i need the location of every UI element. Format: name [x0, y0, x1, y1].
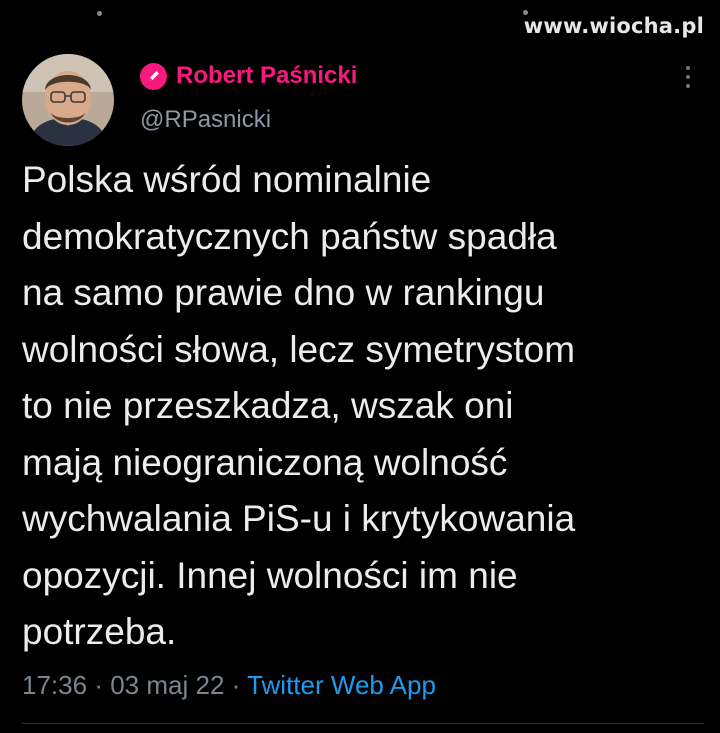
- tweet-time[interactable]: 17:36: [22, 670, 87, 700]
- dust-speck: [97, 11, 102, 16]
- tweet-meta: 17:36 · 03 maj 22 · Twitter Web App: [22, 670, 436, 701]
- divider: [22, 723, 704, 724]
- tweet-line: na samo prawie dno w rankingu: [22, 272, 545, 313]
- more-options-icon[interactable]: [686, 66, 690, 88]
- avatar-photo: [22, 54, 114, 146]
- tweet-date[interactable]: 03 maj 22: [110, 670, 224, 700]
- pen-icon: [140, 62, 167, 90]
- author-handle[interactable]: @RPasnicki: [140, 106, 271, 134]
- tweet-line: to nie przeszkadza, wszak oni: [22, 385, 514, 426]
- tweet-source-link[interactable]: Twitter Web App: [247, 670, 436, 700]
- tweet-line: wolności słowa, lecz symetrystom: [22, 328, 576, 370]
- author-display-name[interactable]: Robert Paśnicki: [176, 62, 357, 90]
- dust-speck: [523, 10, 528, 15]
- tweet-line: demokratycznych państw spadła: [22, 215, 557, 257]
- tweet-line: wychwalania PiS-u i krytykowania: [22, 498, 576, 539]
- tweet-text: Polska wśród nominalnie demokratycznych …: [22, 152, 702, 661]
- tweet-line: Polska wśród nominalnie: [22, 159, 432, 200]
- meta-separator: ·: [94, 670, 103, 700]
- tweet-line: potrzeba.: [22, 611, 177, 652]
- watermark: www.wiocha.pl: [523, 14, 704, 38]
- tweet-line: opozycji. Innej wolności im nie: [22, 554, 518, 596]
- tweet-line: mają nieograniczoną wolność: [22, 441, 508, 483]
- author-name-row[interactable]: Robert Paśnicki: [140, 62, 357, 90]
- meta-separator: ·: [231, 670, 241, 700]
- avatar[interactable]: [22, 54, 114, 146]
